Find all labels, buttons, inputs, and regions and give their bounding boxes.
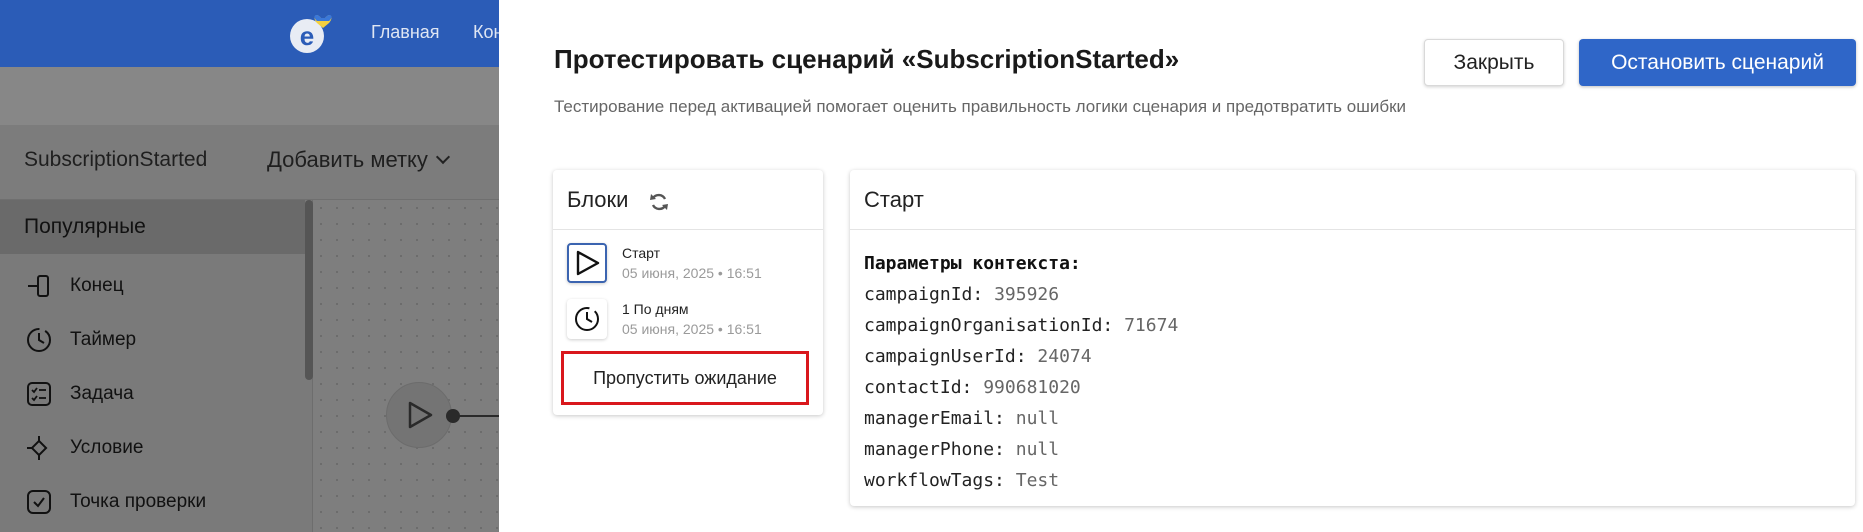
- param-value: 71674: [1124, 315, 1179, 336]
- context-param-row: campaignOrganisationId: 71674: [864, 310, 1178, 341]
- param-value: 395926: [994, 284, 1060, 305]
- block-name: Старт: [622, 245, 661, 261]
- palette-tool-label: Таймер: [70, 329, 137, 350]
- palette-scrollbar[interactable]: [305, 200, 313, 380]
- close-button[interactable]: Закрыть: [1424, 39, 1564, 86]
- context-param-row: managerEmail: null: [864, 403, 1178, 434]
- palette-tool-label: Конец: [70, 275, 124, 296]
- context-card-header: Старт: [850, 170, 1855, 230]
- context-param-row: managerPhone: null: [864, 434, 1178, 465]
- refresh-icon[interactable]: [649, 192, 669, 212]
- timer-icon: [24, 325, 54, 355]
- param-key: contactId:: [864, 377, 973, 398]
- param-key: managerPhone:: [864, 439, 1005, 460]
- add-tag-dropdown[interactable]: Добавить метку: [267, 147, 450, 173]
- context-card: Старт Параметры контекста: campaignId: 3…: [850, 170, 1855, 506]
- drawer-description: Тестирование перед активацией помогает о…: [554, 97, 1407, 116]
- palette-tool-end[interactable]: Конец: [24, 269, 124, 303]
- svg-text:e: e: [300, 21, 314, 51]
- skip-wait-highlight: Пропустить ожидание: [561, 351, 809, 405]
- workflow-canvas[interactable]: [313, 200, 513, 532]
- context-param-row: campaignUserId: 24074: [864, 341, 1178, 372]
- block-date: 05 июня, 2025 • 16:51: [622, 265, 762, 281]
- palette-tool-timer[interactable]: Таймер: [24, 323, 136, 357]
- chevron-down-icon: [435, 149, 450, 165]
- param-key: managerEmail:: [864, 408, 1005, 429]
- param-key: campaignUserId:: [864, 346, 1027, 367]
- palette-tool-checkpoint[interactable]: Точка проверки: [24, 485, 206, 519]
- palette-tool-label: Условие: [70, 437, 144, 458]
- condition-icon: [24, 433, 54, 463]
- blocks-title: Блоки: [567, 187, 629, 212]
- drawer-title: Протестировать сценарий «SubscriptionSta…: [554, 44, 1180, 74]
- block-item-start[interactable]: Старт 05 июня, 2025 • 16:51: [567, 243, 817, 289]
- context-param-row: workflowTags: Test: [864, 465, 1178, 496]
- add-tag-label: Добавить метку: [267, 147, 428, 172]
- param-value: null: [1015, 408, 1060, 429]
- logo-icon[interactable]: e: [287, 10, 337, 56]
- clock-icon: [567, 299, 607, 339]
- scenario-name[interactable]: SubscriptionStarted: [24, 148, 207, 172]
- skip-wait-button[interactable]: Пропустить ожидание: [568, 358, 802, 398]
- palette-tool-task[interactable]: Задача: [24, 377, 134, 411]
- start-node[interactable]: [386, 382, 452, 448]
- param-key: campaignId:: [864, 284, 984, 305]
- context-param-row: contactId: 990681020: [864, 372, 1178, 403]
- blocks-card: Блоки Старт 05 июня, 2025 • 16:51 1 По д…: [553, 170, 823, 415]
- stop-scenario-button[interactable]: Остановить сценарий: [1579, 39, 1856, 86]
- task-icon: [24, 379, 54, 409]
- blocks-card-header: Блоки: [553, 170, 823, 230]
- param-value: 24074: [1037, 346, 1092, 367]
- param-value: null: [1015, 439, 1060, 460]
- context-param-row: campaignId: 395926: [864, 279, 1178, 310]
- end-icon: [24, 271, 54, 301]
- play-icon: [567, 243, 607, 283]
- context-heading: Параметры контекста:: [864, 253, 1081, 274]
- palette-tool-label: Задача: [70, 383, 134, 404]
- param-key: workflowTags:: [864, 470, 1005, 491]
- param-key: campaignOrganisationId:: [864, 315, 1114, 336]
- play-icon: [408, 401, 433, 429]
- palette-tool-condition[interactable]: Условие: [24, 431, 143, 465]
- param-value: 990681020: [983, 377, 1081, 398]
- block-item-by-days[interactable]: 1 По дням 05 июня, 2025 • 16:51: [567, 299, 817, 345]
- context-params: Параметры контекста: campaignId: 395926 …: [864, 248, 1178, 496]
- palette-section-title: Популярные: [24, 215, 146, 238]
- block-name: 1 По дням: [622, 301, 689, 317]
- node-output-port[interactable]: [446, 409, 460, 423]
- context-title: Старт: [864, 187, 924, 212]
- block-date: 05 июня, 2025 • 16:51: [622, 321, 762, 337]
- palette-section-popular[interactable]: Популярные: [0, 200, 305, 254]
- checkpoint-icon: [24, 487, 54, 517]
- param-value: Test: [1015, 470, 1060, 491]
- nav-home[interactable]: Главная: [371, 22, 440, 43]
- palette-tool-label: Точка проверки: [70, 491, 207, 512]
